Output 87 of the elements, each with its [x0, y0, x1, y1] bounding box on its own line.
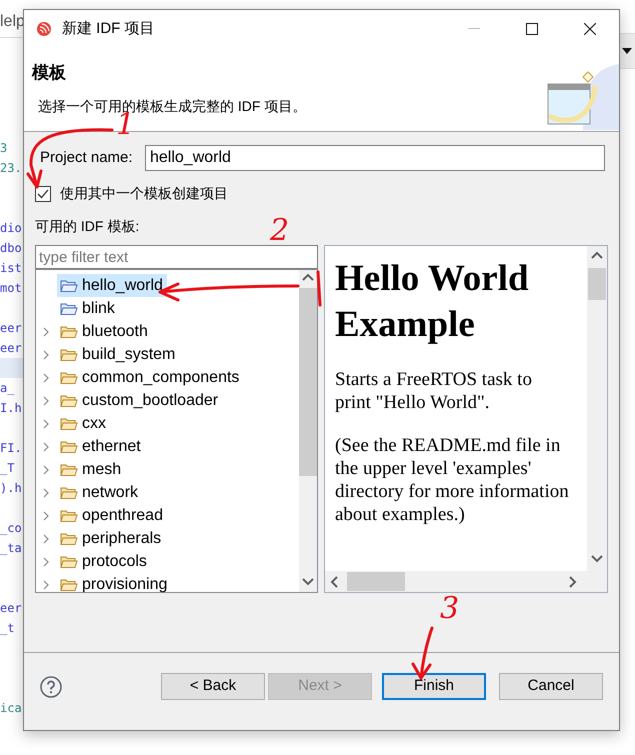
check-icon: [37, 188, 49, 198]
preview-heading: Hello World Example: [335, 257, 530, 347]
help-icon[interactable]: [40, 676, 62, 698]
vertical-scrollbar[interactable]: [299, 270, 317, 592]
code-fragment: 23.: [0, 161, 22, 175]
expand-chevron-icon[interactable]: [43, 556, 50, 566]
page-title: 模板: [32, 62, 67, 84]
folder-icon: [60, 278, 78, 292]
scrollbar-thumb[interactable]: [347, 572, 405, 591]
project-name-label: Project name:: [40, 148, 134, 168]
annotation-number: 2: [270, 216, 290, 246]
maximize-icon: [526, 23, 538, 35]
code-fragment: eer: [0, 341, 22, 355]
tree-item[interactable]: peripherals: [57, 527, 166, 550]
folder-icon: [60, 324, 78, 338]
tree-item[interactable]: bluetooth: [57, 320, 152, 343]
templates-label: 可用的 IDF 模板:: [35, 217, 140, 236]
folder-icon: [60, 554, 78, 568]
use-template-checkbox[interactable]: [35, 186, 51, 202]
code-fragment: FI.: [0, 441, 22, 455]
folder-icon: [60, 348, 78, 362]
tree-item[interactable]: protocols: [57, 550, 151, 573]
current-line-highlight: [0, 358, 23, 378]
window-title: 新建 IDF 项目: [62, 18, 154, 39]
folder-icon: [60, 532, 78, 546]
annotation-number: 3: [440, 594, 460, 624]
folder-icon: [60, 416, 78, 430]
folder-icon: [60, 508, 78, 522]
annotation-arrow: [412, 626, 434, 680]
code-fragment: _ta: [0, 541, 22, 555]
tree-item[interactable]: common_components: [57, 366, 244, 389]
preview-paragraph: (See the README.md file in the upper level 'examples' directory for more information about examples.): [335, 434, 569, 526]
app-logo-icon: [36, 21, 52, 37]
tree-item[interactable]: network: [57, 481, 142, 504]
folder-icon: [60, 440, 78, 454]
code-fragment: 3: [0, 141, 8, 155]
folder-icon: [60, 302, 78, 316]
expand-chevron-icon[interactable]: [43, 326, 50, 336]
code-fragment: I.h: [0, 401, 22, 415]
code-fragment: eer: [0, 321, 22, 335]
tree-item[interactable]: openthread: [57, 504, 167, 527]
code-fragment: _co: [0, 521, 22, 535]
filter-field[interactable]: type filter text: [35, 245, 318, 269]
tree-item[interactable]: custom_bootloader: [57, 389, 222, 412]
tree-item[interactable]: mesh: [57, 458, 126, 481]
preview-paragraph: Starts a FreeRTOS task to print "Hello World".: [335, 368, 533, 414]
code-fragment: _t: [0, 621, 14, 635]
tree-item[interactable]: blink: [57, 297, 119, 320]
folder-icon: [60, 370, 78, 384]
expand-chevron-icon[interactable]: [43, 396, 50, 406]
code-fragment: ica: [0, 701, 22, 715]
tree-item[interactable]: provisioning: [57, 573, 172, 592]
dialog-button[interactable]: Finish: [382, 673, 486, 700]
expand-chevron-icon[interactable]: [43, 488, 50, 498]
use-template-label: 使用其中一个模板创建项目: [60, 184, 228, 203]
folder-icon: [60, 394, 78, 408]
expand-chevron-icon[interactable]: [43, 580, 50, 590]
tree-item[interactable]: hello_world: [57, 274, 167, 297]
tree-item[interactable]: build_system: [57, 343, 180, 366]
scrollbar-thumb[interactable]: [299, 288, 317, 476]
expand-chevron-icon[interactable]: [43, 372, 50, 382]
dropdown-arrow-icon[interactable]: [622, 48, 632, 54]
code-fragment: dio: [0, 221, 22, 235]
scrollbar-thumb[interactable]: [588, 268, 606, 300]
expand-chevron-icon[interactable]: [43, 534, 50, 544]
close-icon: [584, 23, 596, 35]
code-fragment: a_: [0, 381, 14, 395]
folder-icon: [60, 462, 78, 476]
project-name-field[interactable]: hello_world: [145, 145, 605, 171]
code-fragment: dbo: [0, 241, 22, 255]
dialog-button[interactable]: Cancel: [499, 673, 603, 700]
dialog-button[interactable]: < Back: [161, 673, 265, 700]
code-fragment: _T: [0, 461, 14, 475]
minimize-icon: [468, 28, 480, 30]
expand-chevron-icon[interactable]: [43, 442, 50, 452]
code-fragment: mot: [0, 281, 22, 295]
tree-item[interactable]: cxx: [57, 412, 110, 435]
folder-icon: [60, 578, 78, 592]
tree-item[interactable]: ethernet: [57, 435, 145, 458]
folder-icon: [60, 486, 78, 500]
expand-chevron-icon[interactable]: [43, 350, 50, 360]
expand-chevron-icon[interactable]: [43, 418, 50, 428]
code-fragment: ist: [0, 261, 22, 275]
code-fragment: ).h: [0, 481, 22, 495]
expand-chevron-icon[interactable]: [43, 510, 50, 520]
code-fragment: eer: [0, 601, 22, 615]
expand-chevron-icon[interactable]: [43, 464, 50, 474]
